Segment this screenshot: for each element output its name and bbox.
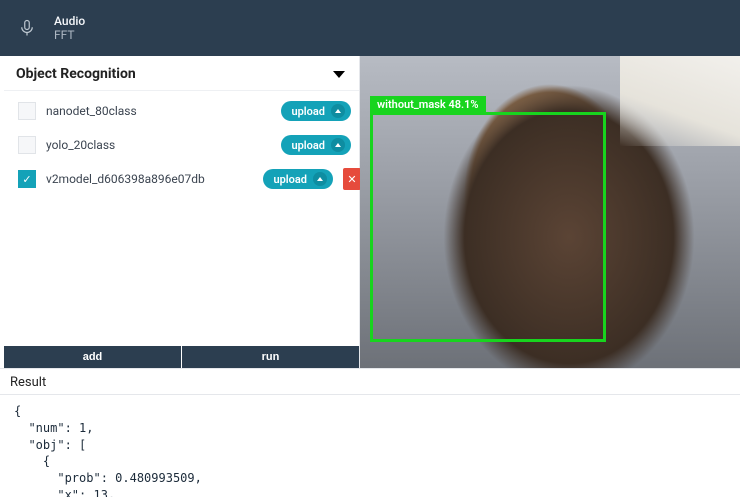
upload-button[interactable]: upload [263,169,333,189]
checkbox[interactable] [18,136,36,154]
bounding-box: without_mask 48.1% [370,112,606,342]
model-name: nanodet_80class [46,104,271,118]
model-row: yolo_20class upload [18,133,351,157]
checkbox[interactable] [18,102,36,120]
result-header: Result [0,368,740,395]
topbar-subtitle: FFT [54,28,85,42]
section-title: Object Recognition [16,66,136,82]
model-name: yolo_20class [46,138,271,152]
upload-icon [331,138,345,152]
upload-button[interactable]: upload [281,101,351,121]
model-row: nanodet_80class upload [18,99,351,123]
preview-image-highlight [620,56,740,146]
caret-down-icon [333,71,345,78]
section-header[interactable]: Object Recognition [4,56,359,91]
topbar-title: Audio [54,14,85,28]
run-button[interactable]: run [181,346,359,368]
microphone-icon [16,17,38,39]
action-buttons: add run [4,346,359,368]
detection-label: without_mask 48.1% [370,96,486,113]
checkbox[interactable] [18,170,36,188]
model-row: v2model_d606398a896e07db upload ✕ [18,167,351,191]
upload-icon [331,104,345,118]
upload-button[interactable]: upload [281,135,351,155]
upload-label: upload [291,105,325,118]
model-list: nanodet_80class upload yolo_20class uplo… [4,91,359,346]
upload-icon [313,172,327,186]
add-button[interactable]: add [4,346,181,368]
upload-label: upload [273,173,307,186]
x-icon: ✕ [347,173,356,186]
model-name: v2model_d606398a896e07db [46,172,253,186]
upload-label: upload [291,139,325,152]
result-json: { "num": 1, "obj": [ { "prob": 0.4809935… [0,395,740,497]
models-panel: Object Recognition nanodet_80class uploa… [4,56,360,368]
camera-preview: without_mask 48.1% [360,56,740,368]
delete-button[interactable]: ✕ [343,168,361,190]
topbar: Audio FFT [0,0,740,56]
